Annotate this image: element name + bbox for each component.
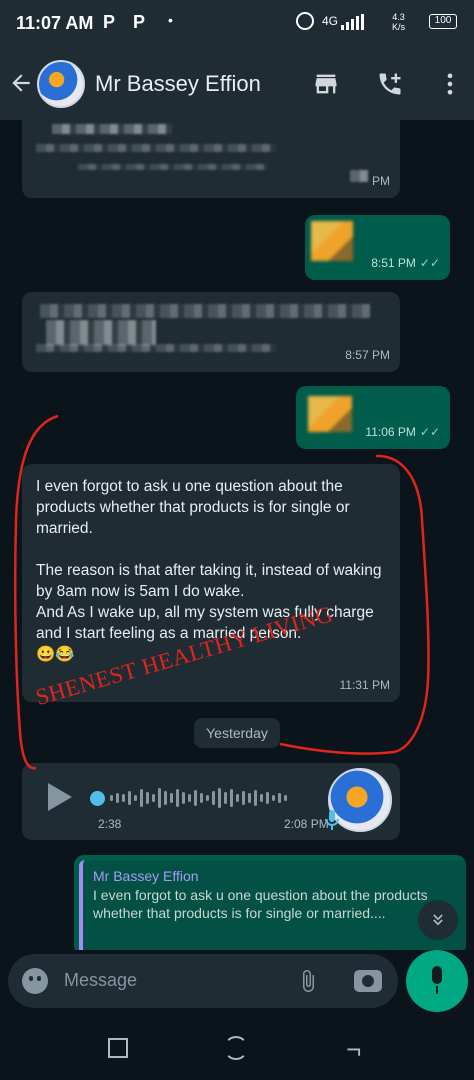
voice-duration: 2:38 <box>98 817 122 831</box>
redacted-text <box>46 320 156 346</box>
back-button[interactable]: ⌐ <box>346 1034 361 1065</box>
redacted-text <box>78 164 268 170</box>
play-icon[interactable] <box>48 783 72 811</box>
message-placeholder[interactable]: Message <box>64 970 137 991</box>
more-vert-icon[interactable] <box>436 70 464 98</box>
add-call-icon[interactable] <box>376 70 404 98</box>
outgoing-message[interactable]: 11:06 PM ✓✓ <box>296 386 450 449</box>
quoted-message[interactable]: Mr Bassey Effion I even forgot to ask u … <box>79 860 466 950</box>
message-time: 8:57 PM <box>345 348 390 362</box>
attach-icon[interactable] <box>296 968 320 1000</box>
message-time: PM <box>372 174 390 188</box>
message-time: 2:08 PM <box>284 817 329 831</box>
emoji-icon[interactable] <box>22 968 48 994</box>
chat-area[interactable]: PM 8:51 PM ✓✓ 8:57 PM 11:06 PM ✓✓ I even f… <box>0 120 474 950</box>
redacted-text <box>52 124 172 134</box>
message-input[interactable]: Message <box>8 954 398 1008</box>
camera-icon[interactable] <box>354 970 382 992</box>
notification-icon: P <box>133 12 146 32</box>
redacted-text <box>40 304 370 318</box>
home-button[interactable] <box>224 1036 248 1060</box>
redacted-text <box>36 144 276 152</box>
shop-icon[interactable] <box>312 70 340 98</box>
mic-icon <box>432 966 442 984</box>
message-time: 11:06 PM ✓✓ <box>365 425 440 439</box>
voice-waveform[interactable] <box>90 785 287 811</box>
message-time: 8:51 PM ✓✓ <box>371 256 440 270</box>
quoted-text: I even forgot to ask u one question abou… <box>93 887 428 921</box>
signal-icon <box>341 14 364 30</box>
system-navigation-bar: ⌐ <box>0 1014 474 1080</box>
notification-icon: P <box>103 12 116 32</box>
outgoing-message[interactable]: 8:51 PM ✓✓ <box>305 215 450 280</box>
incoming-message[interactable]: 8:57 PM <box>22 292 400 372</box>
contact-avatar[interactable] <box>37 60 85 108</box>
back-arrow-icon[interactable] <box>8 70 36 98</box>
recents-button[interactable] <box>108 1038 128 1058</box>
compose-bar: Message <box>0 950 474 1014</box>
battery-icon: 100 <box>429 14 457 29</box>
network-type: 4G <box>322 14 339 28</box>
incoming-message[interactable]: I even forgot to ask u one question abou… <box>22 464 400 702</box>
redacted-text <box>36 344 276 352</box>
voice-record-button[interactable] <box>406 950 468 1012</box>
status-time: 11:07 AM <box>16 13 94 33</box>
incoming-message[interactable]: PM <box>22 120 400 198</box>
outgoing-reply-message[interactable]: Mr Bassey Effion I even forgot to ask u … <box>74 855 466 950</box>
read-ticks-icon: ✓✓ <box>419 256 440 270</box>
status-bar: 11:07 AM P P • 4G 4.3 K/s 100 <box>0 0 474 48</box>
more-notifications-icon: • <box>168 12 173 28</box>
redacted-time <box>350 170 368 182</box>
message-time: 11:31 PM <box>339 678 390 692</box>
mic-icon <box>324 809 340 836</box>
chat-header: Mr Bassey Effion <box>0 48 474 120</box>
playback-knob <box>90 790 105 806</box>
date-divider: Yesterday <box>194 718 280 748</box>
scroll-to-bottom-button[interactable] <box>418 900 458 940</box>
quoted-sender: Mr Bassey Effion <box>93 868 199 884</box>
sticker-image <box>308 396 352 432</box>
sticker-image <box>311 221 353 261</box>
voice-message[interactable]: 2:38 2:08 PM <box>22 763 400 840</box>
read-ticks-icon: ✓✓ <box>419 425 440 439</box>
network-speed: 4.3 K/s <box>392 12 406 32</box>
alarm-icon <box>296 12 314 30</box>
contact-name[interactable]: Mr Bassey Effion <box>95 71 261 97</box>
